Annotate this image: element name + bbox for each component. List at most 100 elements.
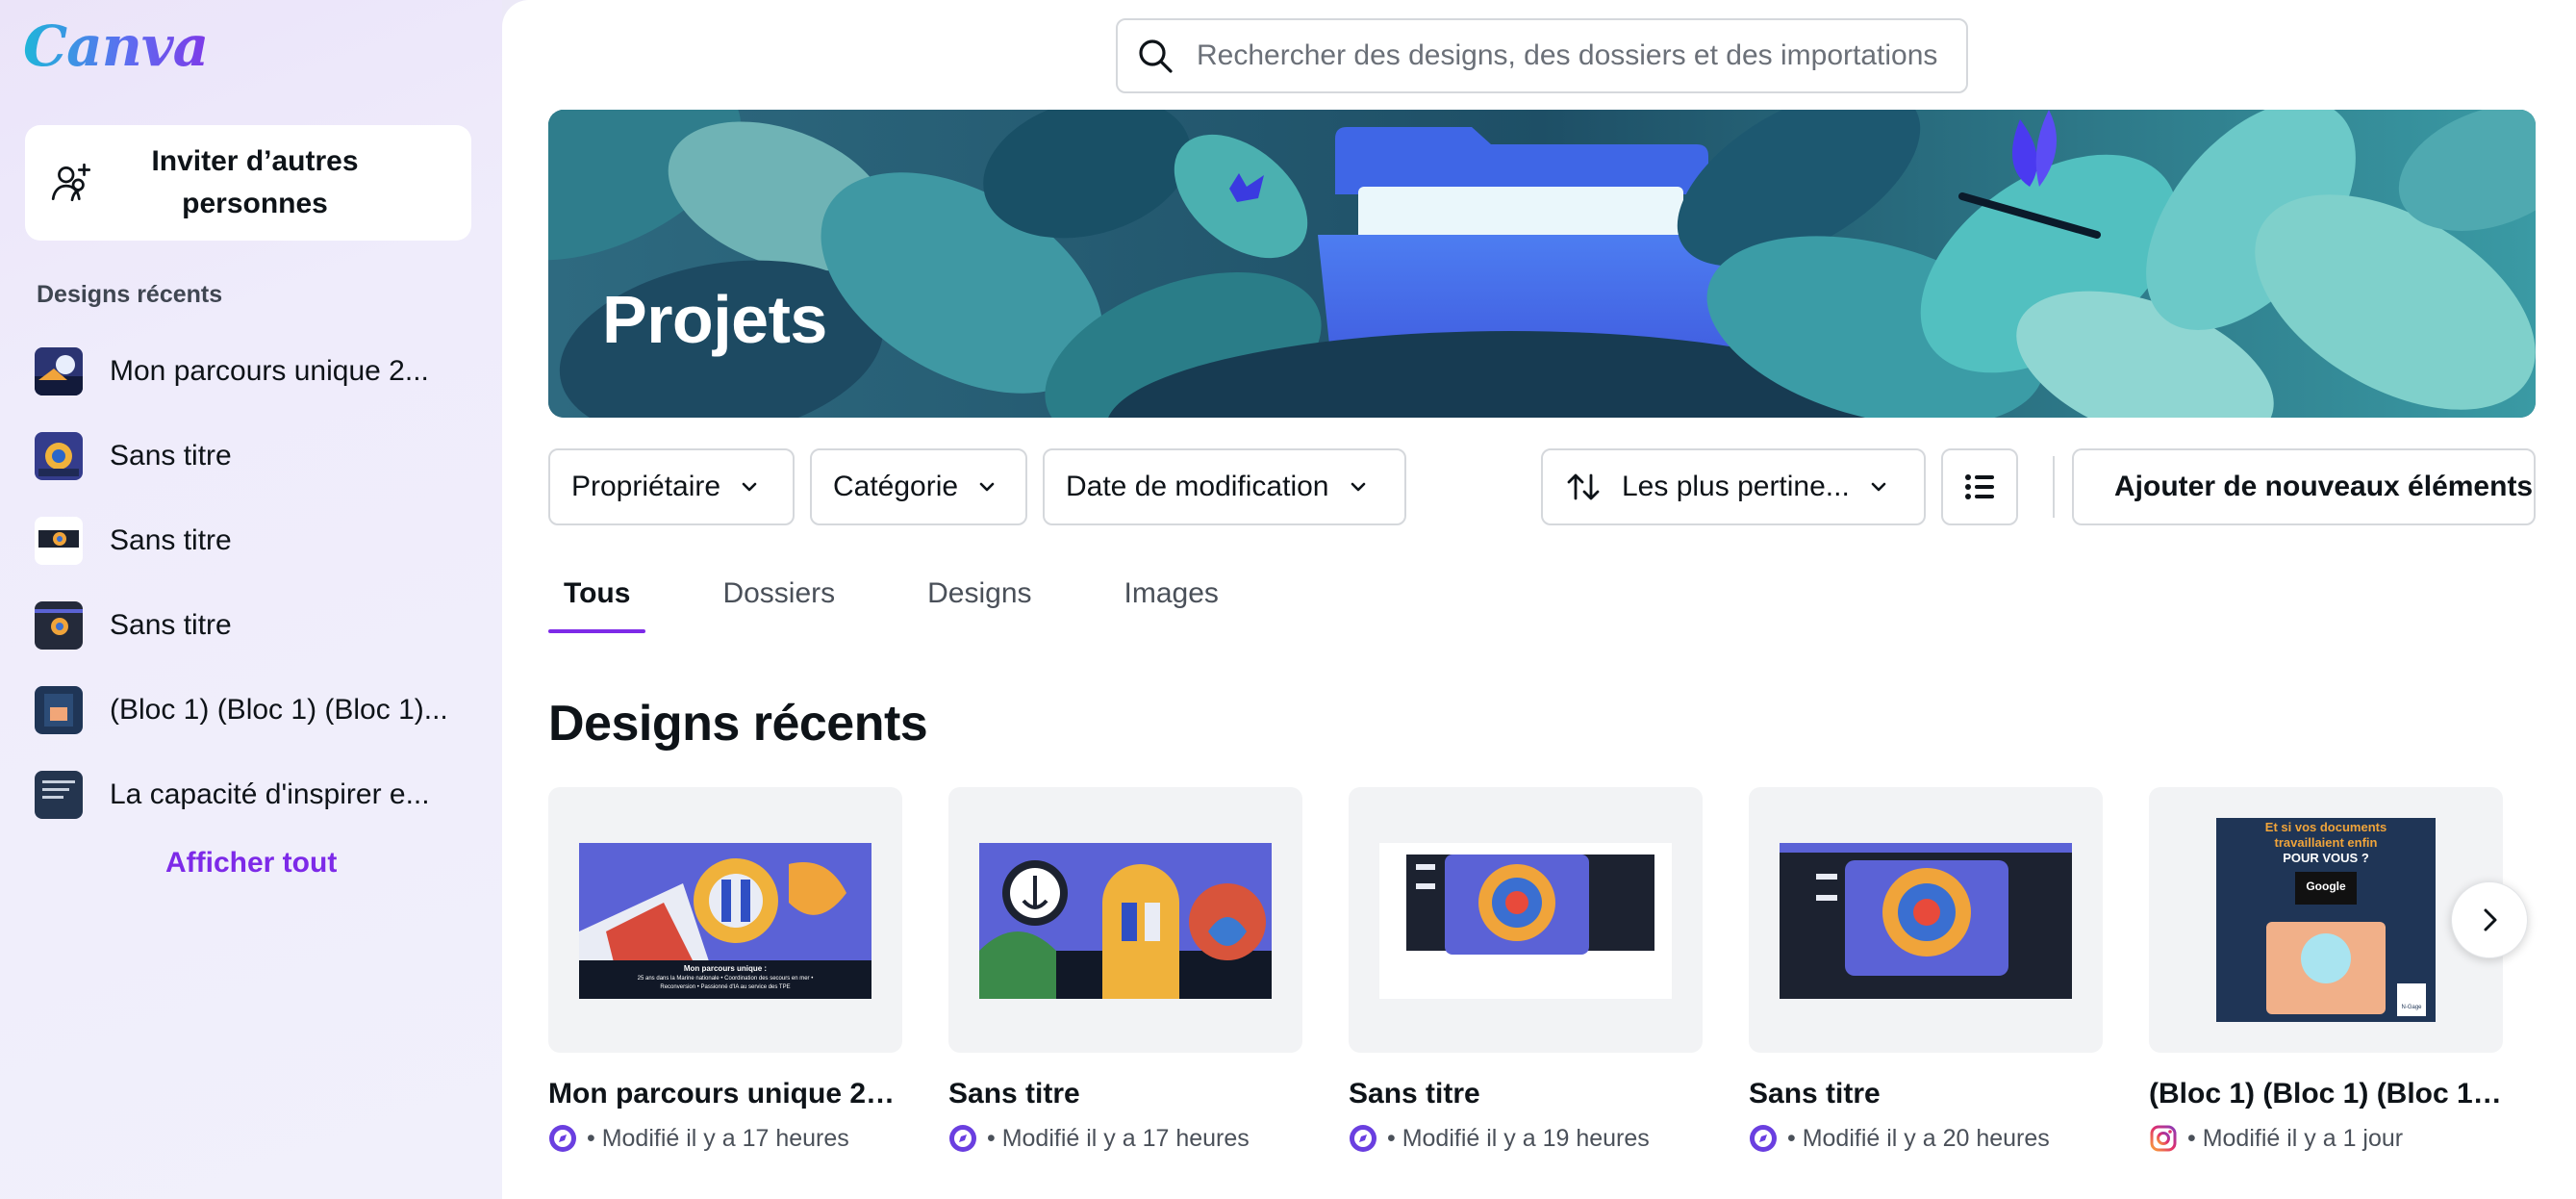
design-thumbnail [979,843,1272,999]
recent-designs-list: Mon parcours unique 2... Sans titre Sans… [35,329,477,837]
design-card-modified: • Modifié il y a 20 heures [1787,1124,2050,1152]
design-card[interactable]: Et si vos documents travaillaient enfin … [2149,787,2503,1153]
toolbar-divider [2053,456,2055,518]
design-card-preview[interactable]: Mon parcours unique : 25 ans dans la Mar… [548,787,902,1053]
chevron-down-icon [1871,482,1886,492]
modified-date-filter-dropdown[interactable]: Date de modification [1043,448,1406,525]
hero-illustration [548,110,2536,418]
design-thumbnail [35,771,83,819]
recent-item[interactable]: (Bloc 1) (Bloc 1) (Bloc 1)... [35,668,477,753]
design-card-preview[interactable] [1349,787,1703,1053]
search-input[interactable] [1197,39,1947,72]
edit-badge-icon [949,1125,976,1152]
search-icon [1139,39,1173,73]
recent-item-label: Sans titre [110,524,232,556]
edit-badge-icon [1750,1125,1777,1152]
thumbnail-caption: 25 ans dans la Marine nationale • Coordi… [637,976,814,982]
owner-filter-label: Propriétaire [571,471,721,502]
instagram-icon [2150,1125,2177,1152]
sidebar: Canva Inviter d’autres personnes Designs… [0,0,502,1199]
thumbnail-brand: Google [2306,880,2346,893]
design-card-meta: • Modifié il y a 20 heures [1749,1124,2103,1153]
design-card[interactable]: Sans titre • Modifié il y a 19 heures [1349,787,1703,1153]
recent-item[interactable]: Mon parcours unique 2... [35,329,477,414]
design-card-modified: • Modifié il y a 19 heures [1387,1124,1650,1152]
recent-designs-heading: Designs récents [37,281,223,308]
thumbnail-caption: Et si vos documents [2264,820,2387,834]
invite-button-label: Inviter d’autres personnes [151,145,359,219]
tab-designs[interactable]: Designs [912,570,1047,633]
design-card-title[interactable]: (Bloc 1) (Bloc 1) (Bloc 1) ... [2149,1078,2503,1110]
design-card-meta: • Modifié il y a 1 jour [2149,1124,2503,1153]
add-new-items-button[interactable]: Ajouter de nouveaux éléments [2072,448,2536,525]
sort-dropdown[interactable]: Les plus pertine... [1541,448,1926,525]
recent-item[interactable]: La capacité d'inspirer e... [35,753,477,837]
design-thumbnail [35,517,83,565]
filter-toolbar: Propriétaire Catégorie Date de modificat… [548,448,2536,525]
design-thumbnail [1780,843,2072,999]
design-card-title[interactable]: Sans titre [1349,1078,1703,1110]
design-card-modified: • Modifié il y a 17 heures [987,1124,1250,1152]
design-card-preview[interactable]: Et si vos documents travaillaient enfin … [2149,787,2503,1053]
edit-badge-icon [1350,1125,1376,1152]
tab-all[interactable]: Tous [548,570,646,633]
recent-item[interactable]: Sans titre [35,498,477,583]
design-card-modified: • Modifié il y a 1 jour [2187,1124,2404,1152]
thumbnail-caption: Reconversion • Passionné d'IA au service… [660,984,791,990]
modified-date-filter-label: Date de modification [1066,471,1329,502]
design-card[interactable]: Sans titre • Modifié il y a 17 heures [948,787,1302,1153]
list-view-icon [1965,474,1994,499]
chevron-down-icon [742,482,757,492]
recent-item-label: Sans titre [110,440,232,472]
canva-logo[interactable]: Canva [23,13,209,79]
recent-item-label: Mon parcours unique 2... [110,355,429,387]
list-view-toggle[interactable] [1941,448,2018,525]
recent-item[interactable]: Sans titre [35,583,477,668]
thumbnail-caption: POUR VOUS ? [2283,851,2369,865]
design-card[interactable]: Mon parcours unique : 25 ans dans la Mar… [548,787,902,1153]
category-filter-dropdown[interactable]: Catégorie [810,448,1027,525]
tab-images[interactable]: Images [1109,570,1234,633]
thumbnail-logo: N-Gage [2401,1005,2422,1010]
design-card-title[interactable]: Sans titre [1749,1078,2103,1110]
recent-item[interactable]: Sans titre [35,414,477,498]
design-card-preview[interactable] [948,787,1302,1053]
carousel-next-button[interactable] [2451,881,2528,958]
edit-badge-icon [549,1125,576,1152]
thumbnail-caption: Mon parcours unique : [683,964,768,973]
recent-item-label: (Bloc 1) (Bloc 1) (Bloc 1)... [110,694,448,726]
owner-filter-dropdown[interactable]: Propriétaire [548,448,795,525]
design-card-preview[interactable] [1749,787,2103,1053]
sort-label: Les plus pertine... [1622,471,1850,502]
add-new-items-label: Ajouter de nouveaux éléments [2114,471,2534,502]
tab-folders[interactable]: Dossiers [707,570,850,633]
design-thumbnail [35,601,83,650]
design-thumbnail [35,347,83,395]
show-all-link[interactable]: Afficher tout [165,847,337,880]
design-card[interactable]: Sans titre • Modifié il y a 20 heures [1749,787,2103,1153]
page-title: Projets [602,282,827,357]
invite-people-button[interactable]: Inviter d’autres personnes [25,125,471,241]
recent-item-label: La capacité d'inspirer e... [110,778,430,810]
design-card-meta: • Modifié il y a 19 heures [1349,1124,1703,1153]
chevron-down-icon [1351,482,1365,492]
projects-hero-banner: Projets [548,110,2536,418]
recent-item-label: Sans titre [110,609,232,641]
thumbnail-caption: travaillaient enfin [2274,835,2378,850]
design-thumbnail [35,686,83,734]
chevron-down-icon [979,482,995,492]
chevron-right-icon [2484,908,2497,931]
main-content: Projets Propriétaire Catégorie Date de m… [502,0,2576,1199]
recent-designs-carousel: Mon parcours unique : 25 ans dans la Mar… [548,787,2549,1172]
design-card-meta: • Modifié il y a 17 heures [948,1124,1302,1153]
content-tabs: Tous Dossiers Designs Images [548,570,1296,633]
search-bar[interactable] [1116,18,1968,93]
design-thumbnail [1379,843,1672,999]
recent-designs-section-title: Designs récents [548,696,928,752]
design-thumbnail [579,843,871,999]
add-people-icon [51,163,91,202]
design-thumbnail [35,432,83,480]
design-card-title[interactable]: Mon parcours unique 25... [548,1078,902,1110]
design-card-title[interactable]: Sans titre [948,1078,1302,1110]
design-card-meta: • Modifié il y a 17 heures [548,1124,902,1153]
